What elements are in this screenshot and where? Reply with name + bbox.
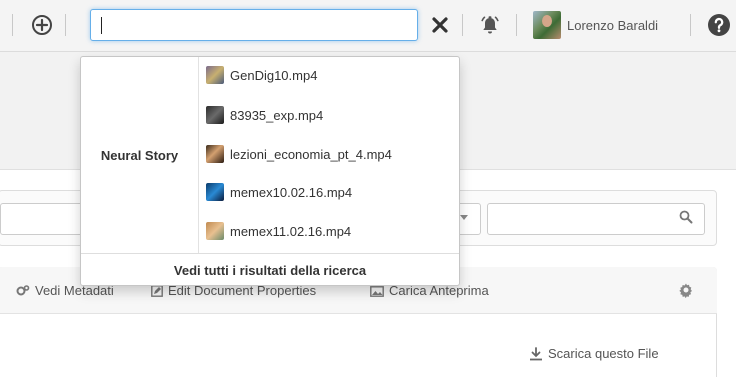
video-thumbnail xyxy=(206,183,224,201)
search-input[interactable] xyxy=(90,9,418,41)
download-file-link[interactable]: Scarica questo File xyxy=(529,346,659,361)
video-thumbnail xyxy=(206,66,224,84)
user-name: Lorenzo Baraldi xyxy=(567,17,659,33)
autocomplete-item[interactable]: memex10.02.16.mp4 xyxy=(206,178,352,206)
image-upload-icon xyxy=(370,285,384,297)
divider xyxy=(516,14,517,36)
see-all-results-link[interactable]: Vedi tutti i risultati della ricerca xyxy=(81,253,459,286)
help-button[interactable] xyxy=(704,10,734,40)
cogs-icon xyxy=(16,284,30,297)
help-icon xyxy=(708,14,730,36)
add-button[interactable] xyxy=(27,10,57,40)
divider xyxy=(65,14,66,36)
autocomplete-item-label: lezioni_economia_pt_4.mp4 xyxy=(230,146,392,162)
autocomplete-item-label: 83935_exp.mp4 xyxy=(230,107,324,123)
notifications-button[interactable] xyxy=(475,10,505,40)
clear-search-button[interactable] xyxy=(425,10,455,40)
divider xyxy=(690,14,691,36)
autocomplete-item[interactable]: lezioni_economia_pt_4.mp4 xyxy=(206,140,392,168)
top-navbar: Lorenzo Baraldi xyxy=(0,0,736,52)
autocomplete-item-label: memex10.02.16.mp4 xyxy=(230,184,353,200)
download-icon xyxy=(529,346,543,361)
autocomplete-item[interactable]: GenDig10.mp4 xyxy=(206,61,317,89)
video-thumbnail xyxy=(206,222,224,240)
gear-icon xyxy=(679,283,692,299)
divider xyxy=(12,14,13,36)
autocomplete-category: Neural Story xyxy=(81,57,199,253)
search-autocomplete-dropdown: Neural Story GenDig10.mp4 83935_exp.mp4 … xyxy=(80,56,460,286)
edit-icon xyxy=(151,284,163,297)
autocomplete-item[interactable]: memex11.02.16.mp4 xyxy=(206,217,351,245)
text-cursor xyxy=(101,17,102,34)
autocomplete-item[interactable]: 83935_exp.mp4 xyxy=(206,101,323,129)
avatar xyxy=(533,11,561,39)
plus-circle-icon xyxy=(32,15,52,35)
notification-bell-icon xyxy=(481,16,499,34)
user-menu[interactable]: Lorenzo Baraldi xyxy=(533,11,658,39)
download-label: Scarica questo File xyxy=(548,346,659,361)
video-thumbnail xyxy=(206,145,224,163)
video-thumbnail xyxy=(206,106,224,124)
chevron-down-icon xyxy=(460,215,468,220)
divider xyxy=(462,14,463,36)
category-label: Neural Story xyxy=(100,147,179,163)
autocomplete-item-label: GenDig10.mp4 xyxy=(230,67,318,83)
search-icon xyxy=(679,210,693,227)
autocomplete-item-label: memex11.02.16.mp4 xyxy=(230,223,352,239)
close-icon xyxy=(432,17,448,33)
settings-button[interactable] xyxy=(678,282,694,301)
filter-search-input[interactable] xyxy=(487,203,705,235)
